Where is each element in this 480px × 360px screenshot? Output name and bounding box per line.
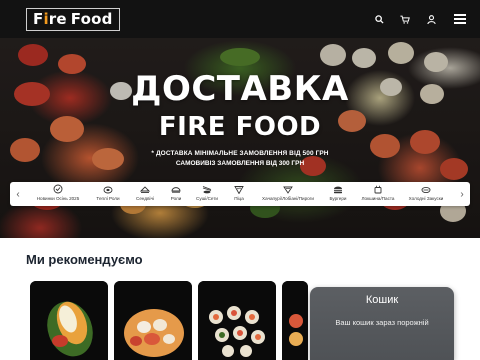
site-header: Fire Food	[0, 0, 480, 38]
khachapuri-icon	[282, 184, 294, 194]
product-image	[198, 281, 276, 360]
cart-panel: Кошик Ваш кошик зараз порожній	[310, 287, 454, 360]
hero-title: ДОСТАВКА	[131, 69, 349, 109]
category-item-new[interactable]: Новинки Осінь 2025	[30, 184, 86, 202]
product-card[interactable]	[30, 281, 108, 360]
chevron-left-icon[interactable]: ‹	[12, 182, 24, 206]
category-label: Новинки Осінь 2025	[36, 196, 80, 201]
header-actions	[372, 12, 468, 26]
hero-brand: FIRE FOOD	[158, 112, 322, 142]
cart-empty-message: Ваш кошик зараз порожній	[335, 318, 429, 327]
category-label: Холодні Закуски	[408, 196, 444, 201]
category-label: Хачапурі/Лобіані/Пироги	[262, 196, 314, 201]
user-icon[interactable]	[424, 12, 438, 26]
category-label: Локшина/Паста	[361, 196, 395, 201]
product-card[interactable]	[198, 281, 276, 360]
category-bar: ‹ Новинки Осінь 2025 Теплі Роли Сендвічі…	[10, 182, 470, 206]
product-card[interactable]	[282, 281, 308, 360]
category-item-pizza[interactable]: Піца	[211, 184, 267, 202]
warm-roll-icon	[102, 184, 114, 194]
hero-banner: ДОСТАВКА FIRE FOOD * ДОСТАВКА МІНІМАЛЬНЕ…	[0, 38, 480, 238]
cart-title: Кошик	[365, 294, 399, 306]
cold-snack-icon	[420, 184, 432, 194]
category-item-khachapuri[interactable]: Хачапурі/Лобіані/Пироги	[260, 184, 316, 202]
category-label: Піца	[234, 196, 244, 201]
search-icon[interactable]	[372, 12, 386, 26]
hero-pickup-note: САМОВИВІЗ ЗАМОВЛЕННЯ ВІД 300 ГРН	[175, 160, 305, 167]
menu-icon[interactable]	[454, 12, 468, 26]
chevron-right-icon[interactable]: ›	[456, 182, 468, 206]
product-image	[114, 281, 192, 360]
product-card[interactable]	[114, 281, 192, 360]
site-logo[interactable]: Fire Food	[26, 7, 120, 31]
cart-icon[interactable]	[398, 12, 412, 26]
category-label: Бургери	[329, 196, 347, 201]
product-image	[30, 281, 108, 360]
burger-icon	[332, 184, 344, 194]
noodles-icon	[372, 184, 384, 194]
hero-min-order-note: * ДОСТАВКА МІНІМАЛЬНЕ ЗАМОВЛЕННЯ ВІД 500…	[151, 150, 329, 157]
section-title-recommend: Ми рекомендуємо	[26, 252, 143, 267]
category-item-cold-snacks[interactable]: Холодні Закуски	[398, 184, 454, 202]
product-image	[282, 281, 308, 360]
logo-text-prefix: Fire	[33, 9, 67, 28]
new-badge-icon	[52, 184, 64, 194]
pizza-icon	[233, 184, 245, 194]
logo-text-suffix: Food	[70, 9, 113, 28]
